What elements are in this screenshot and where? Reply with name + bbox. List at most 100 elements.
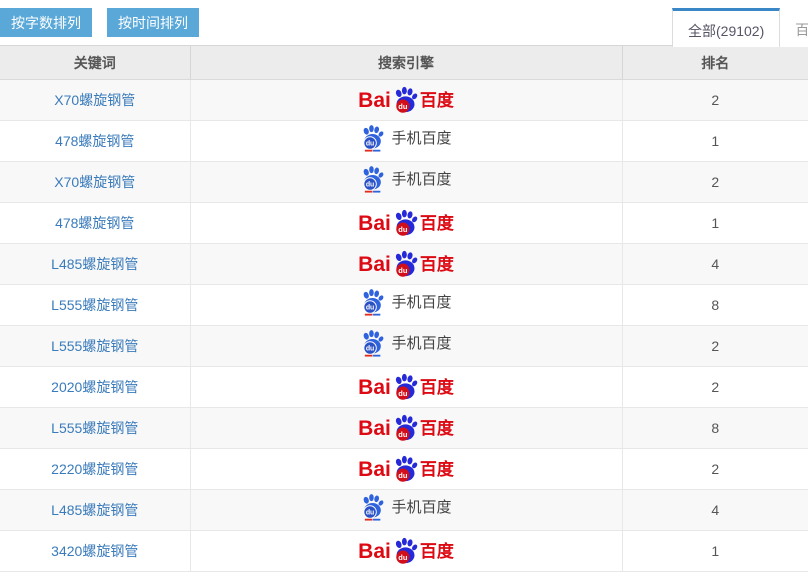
- keyword-link[interactable]: L555螺旋钢管: [51, 338, 138, 354]
- rank-value: 1: [711, 543, 719, 559]
- keyword-link[interactable]: 478螺旋钢管: [55, 133, 134, 149]
- engine-cell: du 手机百度: [190, 285, 622, 326]
- keyword-link[interactable]: X70螺旋钢管: [54, 92, 135, 108]
- rank-value: 8: [711, 420, 719, 436]
- table-row: X70螺旋钢管 Bai du 百度: [0, 80, 808, 121]
- keyword-link[interactable]: 2220螺旋钢管: [51, 461, 138, 477]
- mobile-baidu-icon: du: [360, 165, 385, 194]
- rank-value: 2: [711, 461, 719, 477]
- mobile-baidu-label: 手机百度: [391, 131, 451, 146]
- keyword-link[interactable]: 2020螺旋钢管: [51, 379, 138, 395]
- baidu-logo-cn-text: 百度: [420, 543, 454, 560]
- engine-cell: Bai du 百度: [190, 449, 622, 490]
- engine-cell: Bai du 百度: [190, 531, 622, 572]
- keyword-cell: L555螺旋钢管: [0, 408, 190, 449]
- table-row: L555螺旋钢管 Bai du 百度: [0, 408, 808, 449]
- engine-baidu-pc: Bai du 百度: [358, 86, 454, 115]
- keyword-cell: 478螺旋钢管: [0, 121, 190, 162]
- mobile-baidu-label: 手机百度: [391, 500, 451, 515]
- engine-baidu-pc: Bai du 百度: [358, 414, 454, 443]
- baidu-paw-icon: du: [392, 373, 419, 402]
- engine-baidu-pc: Bai du 百度: [358, 537, 454, 566]
- table-header-row: 关键词 搜索引擎 排名: [0, 46, 808, 80]
- engine-cell: Bai du 百度: [190, 408, 622, 449]
- keyword-link[interactable]: 478螺旋钢管: [55, 215, 134, 231]
- header-keyword: 关键词: [0, 46, 190, 80]
- sort-by-time-button[interactable]: 按时间排列: [107, 8, 199, 37]
- rank-value: 2: [711, 379, 719, 395]
- engine-baidu-mobile: du 手机百度: [360, 493, 451, 522]
- engine-cell: Bai du 百度: [190, 244, 622, 285]
- mobile-du-text: du: [366, 140, 374, 147]
- keyword-cell: 2220螺旋钢管: [0, 449, 190, 490]
- baidu-logo-cn-text: 百度: [420, 420, 454, 437]
- rank-value: 8: [711, 297, 719, 313]
- keyword-link[interactable]: L485螺旋钢管: [51, 256, 138, 272]
- rank-cell: 1: [622, 203, 808, 244]
- mobile-baidu-icon: du: [360, 329, 385, 358]
- table-row: L485螺旋钢管 Bai du 百度: [0, 244, 808, 285]
- mobile-du-text: du: [366, 509, 374, 516]
- tab-baidu[interactable]: 百度: [780, 8, 808, 47]
- baidu-du-text: du: [398, 552, 408, 561]
- mobile-baidu-label: 手机百度: [391, 336, 451, 351]
- keyword-link[interactable]: L555螺旋钢管: [51, 297, 138, 313]
- mobile-baidu-label: 手机百度: [391, 172, 451, 187]
- engine-baidu-pc: Bai du 百度: [358, 209, 454, 238]
- baidu-paw-icon: du: [392, 455, 419, 484]
- baidu-logo-bai-text: Bai: [358, 418, 391, 439]
- baidu-du-text: du: [398, 429, 408, 438]
- rank-value: 4: [711, 256, 719, 272]
- engine-baidu-mobile: du 手机百度: [360, 165, 451, 194]
- engine-baidu-mobile: du 手机百度: [360, 124, 451, 153]
- baidu-logo-cn-text: 百度: [420, 256, 454, 273]
- engine-baidu-pc: Bai du 百度: [358, 373, 454, 402]
- keyword-cell: L555螺旋钢管: [0, 285, 190, 326]
- engine-cell: du 手机百度: [190, 490, 622, 531]
- engine-cell: du 手机百度: [190, 162, 622, 203]
- header-search-engine: 搜索引擎: [190, 46, 622, 80]
- engine-cell: Bai du 百度: [190, 80, 622, 121]
- baidu-du-text: du: [398, 470, 408, 479]
- rank-cell: 2: [622, 162, 808, 203]
- engine-baidu-pc: Bai du 百度: [358, 250, 454, 279]
- engine-cell: Bai du 百度: [190, 367, 622, 408]
- keyword-cell: X70螺旋钢管: [0, 162, 190, 203]
- baidu-logo-bai-text: Bai: [358, 254, 391, 275]
- table-row: X70螺旋钢管 du 手机百度: [0, 162, 808, 203]
- table-row: 2220螺旋钢管 Bai du 百度: [0, 449, 808, 490]
- baidu-logo-bai-text: Bai: [358, 377, 391, 398]
- table-row: L555螺旋钢管 du 手机百度: [0, 326, 808, 367]
- rank-cell: 8: [622, 408, 808, 449]
- engine-cell: du 手机百度: [190, 326, 622, 367]
- mobile-du-text: du: [366, 304, 374, 311]
- header-rank: 排名: [622, 46, 808, 80]
- mobile-baidu-icon: du: [360, 124, 385, 153]
- engine-cell: Bai du 百度: [190, 203, 622, 244]
- baidu-logo-cn-text: 百度: [420, 92, 454, 109]
- mobile-du-text: du: [366, 181, 374, 188]
- table-row: L555螺旋钢管 du 手机百度: [0, 285, 808, 326]
- baidu-du-text: du: [398, 224, 408, 233]
- keyword-cell: L485螺旋钢管: [0, 490, 190, 531]
- table-row: 478螺旋钢管 Bai du 百度: [0, 203, 808, 244]
- keyword-link[interactable]: L555螺旋钢管: [51, 420, 138, 436]
- baidu-logo-bai-text: Bai: [358, 90, 391, 111]
- table-row: 2020螺旋钢管 Bai du 百度: [0, 367, 808, 408]
- sort-by-wordcount-button[interactable]: 按字数排列: [0, 8, 92, 37]
- rank-value: 2: [711, 92, 719, 108]
- baidu-du-text: du: [398, 101, 408, 110]
- baidu-paw-icon: du: [392, 209, 419, 238]
- keyword-link[interactable]: 3420螺旋钢管: [51, 543, 138, 559]
- rank-value: 1: [711, 133, 719, 149]
- keyword-link[interactable]: X70螺旋钢管: [54, 174, 135, 190]
- rank-value: 2: [711, 174, 719, 190]
- rank-cell: 2: [622, 367, 808, 408]
- keyword-rank-table: 关键词 搜索引擎 排名 X70螺旋钢管 Bai: [0, 45, 808, 572]
- baidu-logo-cn-text: 百度: [420, 215, 454, 232]
- keyword-link[interactable]: L485螺旋钢管: [51, 502, 138, 518]
- tab-all[interactable]: 全部(29102): [672, 8, 780, 47]
- keyword-cell: 2020螺旋钢管: [0, 367, 190, 408]
- baidu-logo-bai-text: Bai: [358, 541, 391, 562]
- keyword-cell: X70螺旋钢管: [0, 80, 190, 121]
